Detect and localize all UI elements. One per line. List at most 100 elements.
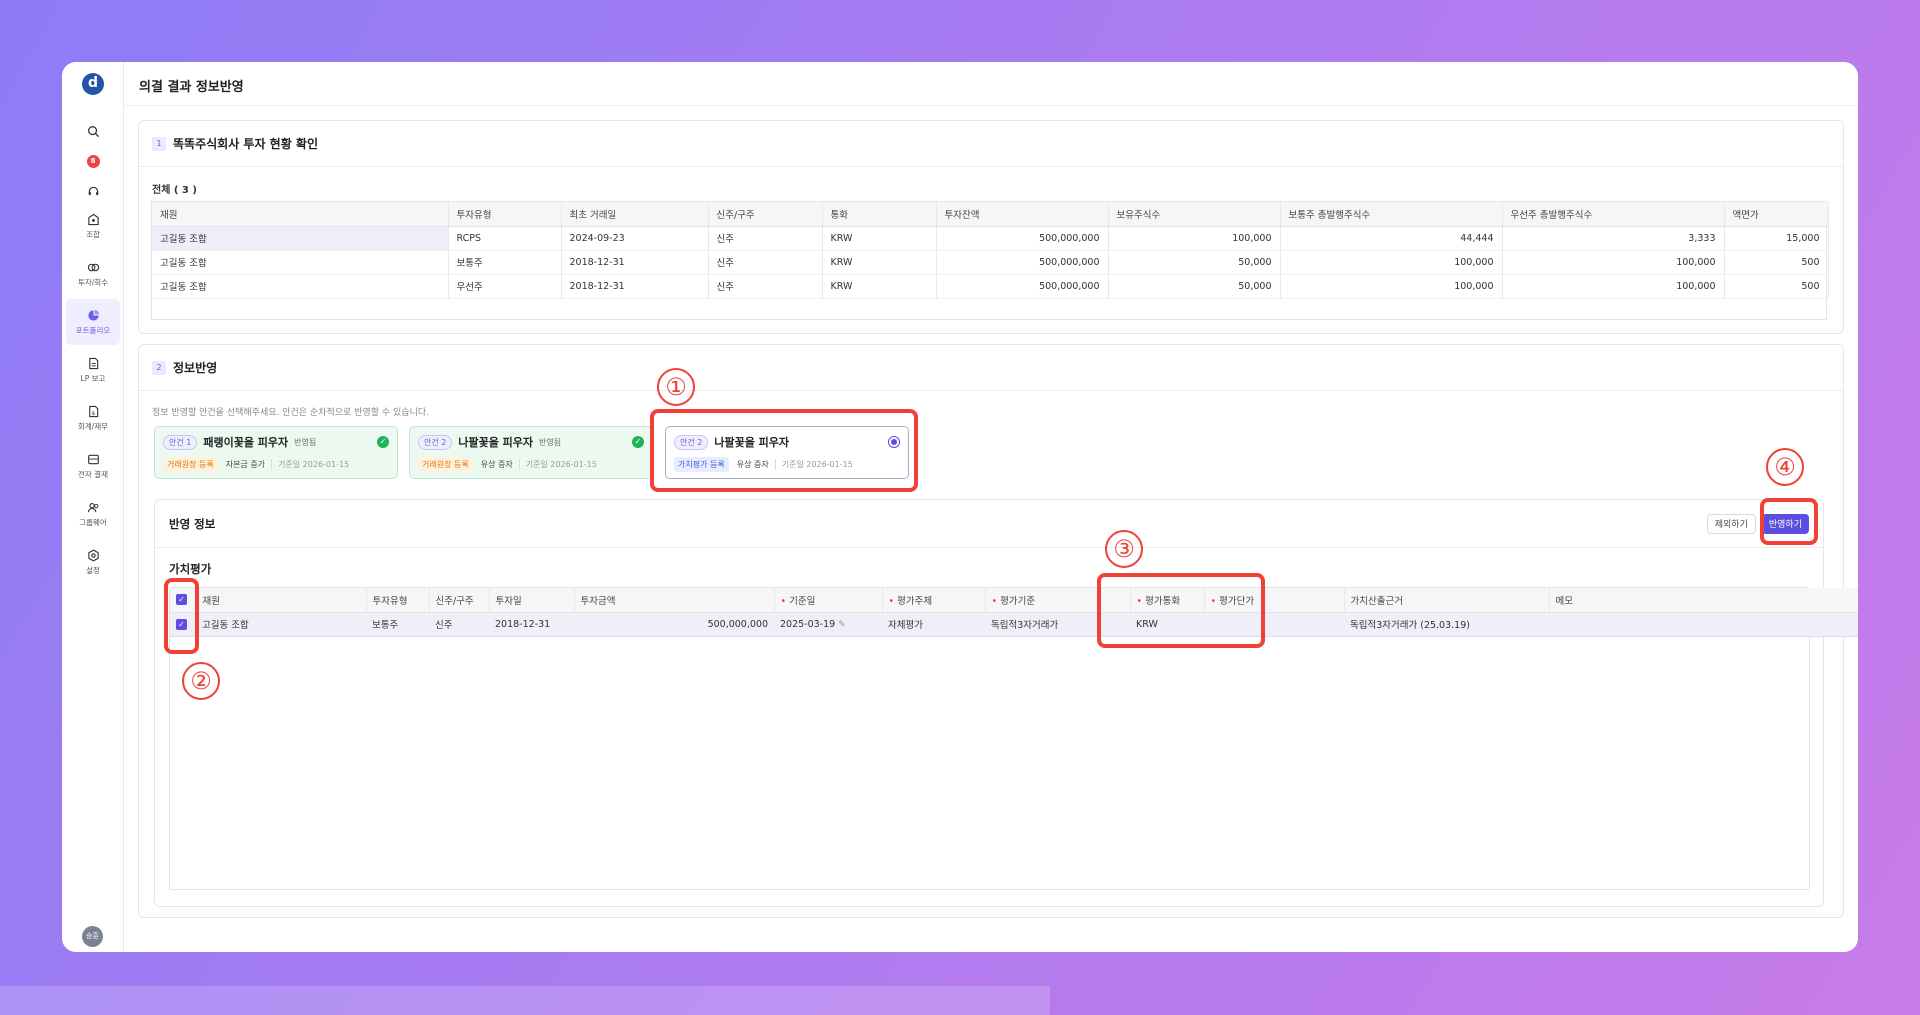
sidebar: d 8 조합 투자/회수 포트폴리오 LP 보고 $ 회계/재무 전자 결재 그…: [62, 62, 124, 952]
settings-icon: [87, 548, 99, 562]
table-cell: 우선주: [448, 274, 562, 299]
page-title: 의결 결과 정보반영: [124, 62, 1858, 106]
table-cell[interactable]: 독립적3자거래가 (25.03.19): [1344, 612, 1549, 637]
column-header[interactable]: 액면가: [1724, 202, 1829, 227]
notification-icon[interactable]: 8: [62, 146, 124, 176]
annotation-number-4: ④: [1766, 448, 1804, 486]
annotation-number-3: ③: [1105, 530, 1143, 568]
sidebar-item-groupware[interactable]: 그룹웨어: [66, 491, 120, 537]
column-header[interactable]: • 기준일: [774, 588, 883, 613]
column-header[interactable]: 투자금액: [574, 588, 775, 613]
column-header[interactable]: 재원: [196, 588, 367, 613]
investment-icon: [87, 263, 99, 271]
approval-icon: [87, 454, 99, 464]
table-cell: 50,000: [1108, 274, 1281, 299]
info-reflect-section: 2 정보반영 정보 반영할 안건을 선택해주세요. 안건은 순차적으로 반영할 …: [138, 344, 1858, 918]
groupware-icon: [87, 502, 98, 512]
svg-text:$: $: [91, 410, 95, 416]
column-header[interactable]: 보유주식수: [1108, 202, 1281, 227]
column-header[interactable]: 가치산출근거: [1344, 588, 1550, 613]
table-cell: 3,333: [1502, 226, 1725, 251]
column-header[interactable]: 신주/구주: [708, 202, 823, 227]
section-number: 1: [152, 136, 166, 151]
agenda-date: 기준일 2026-01-15: [518, 458, 597, 470]
agenda-date: 기준일 2026-01-15: [271, 458, 349, 470]
table-header-row: 재원 투자유형 최초 거래일 신주/구주 통화 투자잔액 보유주식수 보통주 총…: [152, 202, 1829, 227]
headset-icon[interactable]: [62, 176, 124, 206]
table-cell: 100,000: [1280, 274, 1503, 299]
agenda-sub: 유상 증자: [480, 459, 513, 469]
sidebar-item-association[interactable]: 조합: [66, 203, 120, 249]
table-cell: 15,000: [1724, 226, 1829, 251]
required-mark: •: [991, 595, 998, 607]
table-cell: 신주: [708, 250, 823, 275]
table-cell: 100,000: [1280, 250, 1503, 275]
table-cell: 신주: [429, 612, 489, 637]
table-cell: 500,000,000: [936, 250, 1109, 275]
sidebar-item-investment[interactable]: 투자/회수: [66, 251, 120, 297]
column-header[interactable]: 투자잔액: [936, 202, 1109, 227]
table-cell: 보통주: [448, 250, 562, 275]
agenda-chip: 안건 2: [418, 434, 453, 450]
memo-cell[interactable]: [1549, 612, 1858, 637]
valuation-table: ✓ 재원 투자유형 신주/구주 투자일 투자금액 • 기준일 • 평가주체 • 평가기…: [170, 588, 1858, 637]
sidebar-item-settings[interactable]: 설정: [66, 539, 120, 585]
section-2-header: 2 정보반영: [139, 345, 1843, 391]
table-cell: 보통주: [366, 612, 429, 637]
table-cell: RCPS: [448, 226, 562, 251]
investment-table: 재원 투자유형 최초 거래일 신주/구주 통화 투자잔액 보유주식수 보통주 총…: [151, 201, 1829, 320]
sidebar-nav: 조합 투자/회수 포트폴리오 LP 보고 $ 회계/재무 전자 결재 그룹웨어 …: [62, 203, 124, 587]
column-header[interactable]: 최초 거래일: [561, 202, 709, 227]
sidebar-item-approval[interactable]: 전자 결재: [66, 443, 120, 489]
table-row[interactable]: 고길동 조합 우선주 2018-12-31 신주 KRW 500,000,000…: [152, 274, 1829, 299]
column-header[interactable]: 보통주 총발행주식수: [1280, 202, 1503, 227]
table-cell: 신주: [708, 274, 823, 299]
sidebar-item-portfolio[interactable]: 포트폴리오: [66, 299, 120, 345]
agenda-status: 반영됨: [539, 437, 562, 447]
valuation-table-container: ✓ 재원 투자유형 신주/구주 투자일 투자금액 • 기준일 • 평가주체 • 평가기…: [169, 587, 1858, 890]
table-cell[interactable]: 자체평가: [882, 612, 985, 637]
agenda-card-2[interactable]: 안건 2 나팔꽃을 피우자 반영됨 ✓ 거래원장 등록 유상 증자 기준일 20…: [409, 426, 653, 479]
search-icon[interactable]: [62, 116, 124, 146]
table-cell: 2018-12-31: [561, 250, 709, 275]
annotation-box-3: [1097, 573, 1265, 648]
table-empty-space: [152, 299, 1826, 319]
exclude-button[interactable]: 제외하기: [1706, 513, 1756, 534]
column-header[interactable]: 투자일: [489, 588, 575, 613]
agenda-sub: 자본금 증가: [225, 459, 266, 469]
column-header[interactable]: 우선주 총발행주식수: [1502, 202, 1725, 227]
column-header[interactable]: 투자유형: [448, 202, 562, 227]
agenda-tag: 거래원장 등록: [163, 456, 218, 472]
table-cell: 500,000,000: [936, 226, 1109, 251]
table-cell: 2024-09-23: [561, 226, 709, 251]
column-header[interactable]: 메모: [1549, 588, 1858, 613]
table-cell: 50,000: [1108, 250, 1281, 275]
table-row[interactable]: 고길동 조합 보통주 2018-12-31 신주 KRW 500,000,000…: [152, 250, 1829, 275]
accounting-icon: $: [88, 405, 98, 417]
agenda-tag: 거래원장 등록: [418, 456, 473, 472]
base-date-cell[interactable]: 2025-03-19 ✎: [774, 612, 882, 637]
sidebar-item-lp-report[interactable]: LP 보고: [66, 347, 120, 393]
table-row[interactable]: 고길동 조합 RCPS 2024-09-23 신주 KRW 500,000,00…: [152, 226, 1829, 251]
bottom-bar: [0, 986, 1050, 1015]
column-header[interactable]: 재원: [152, 202, 449, 227]
agenda-title: 나팔꽃을 피우자: [458, 436, 534, 449]
avatar[interactable]: 승훈: [82, 926, 103, 947]
table-cell: 500: [1724, 250, 1829, 275]
annotation-box-2: [164, 578, 199, 654]
column-header[interactable]: • 평가주체: [882, 588, 986, 613]
notification-badge: 8: [86, 154, 100, 168]
pencil-icon[interactable]: ✎: [838, 620, 846, 630]
agenda-card-1[interactable]: 안건 1 패랭이꽃을 피우자 반영됨 ✓ 거래원장 등록 자본금 증가 기준일 …: [154, 426, 398, 479]
column-header[interactable]: 신주/구주: [429, 588, 490, 613]
table-cell: 고길동 조합: [152, 274, 449, 299]
column-header[interactable]: 통화: [822, 202, 937, 227]
column-header[interactable]: 투자유형: [366, 588, 430, 613]
table-row[interactable]: ✓ 고길동 조합 보통주 신주 2018-12-31 500,000,000 2…: [170, 612, 1858, 637]
app-logo[interactable]: d: [82, 73, 104, 95]
section-title: 똑똑주식회사 투자 현황 확인: [173, 137, 319, 151]
annotation-number-1: ①: [657, 368, 695, 406]
table-cell: 신주: [708, 226, 823, 251]
table-cell: KRW: [822, 274, 937, 299]
sidebar-item-accounting[interactable]: $ 회계/재무: [66, 395, 120, 441]
